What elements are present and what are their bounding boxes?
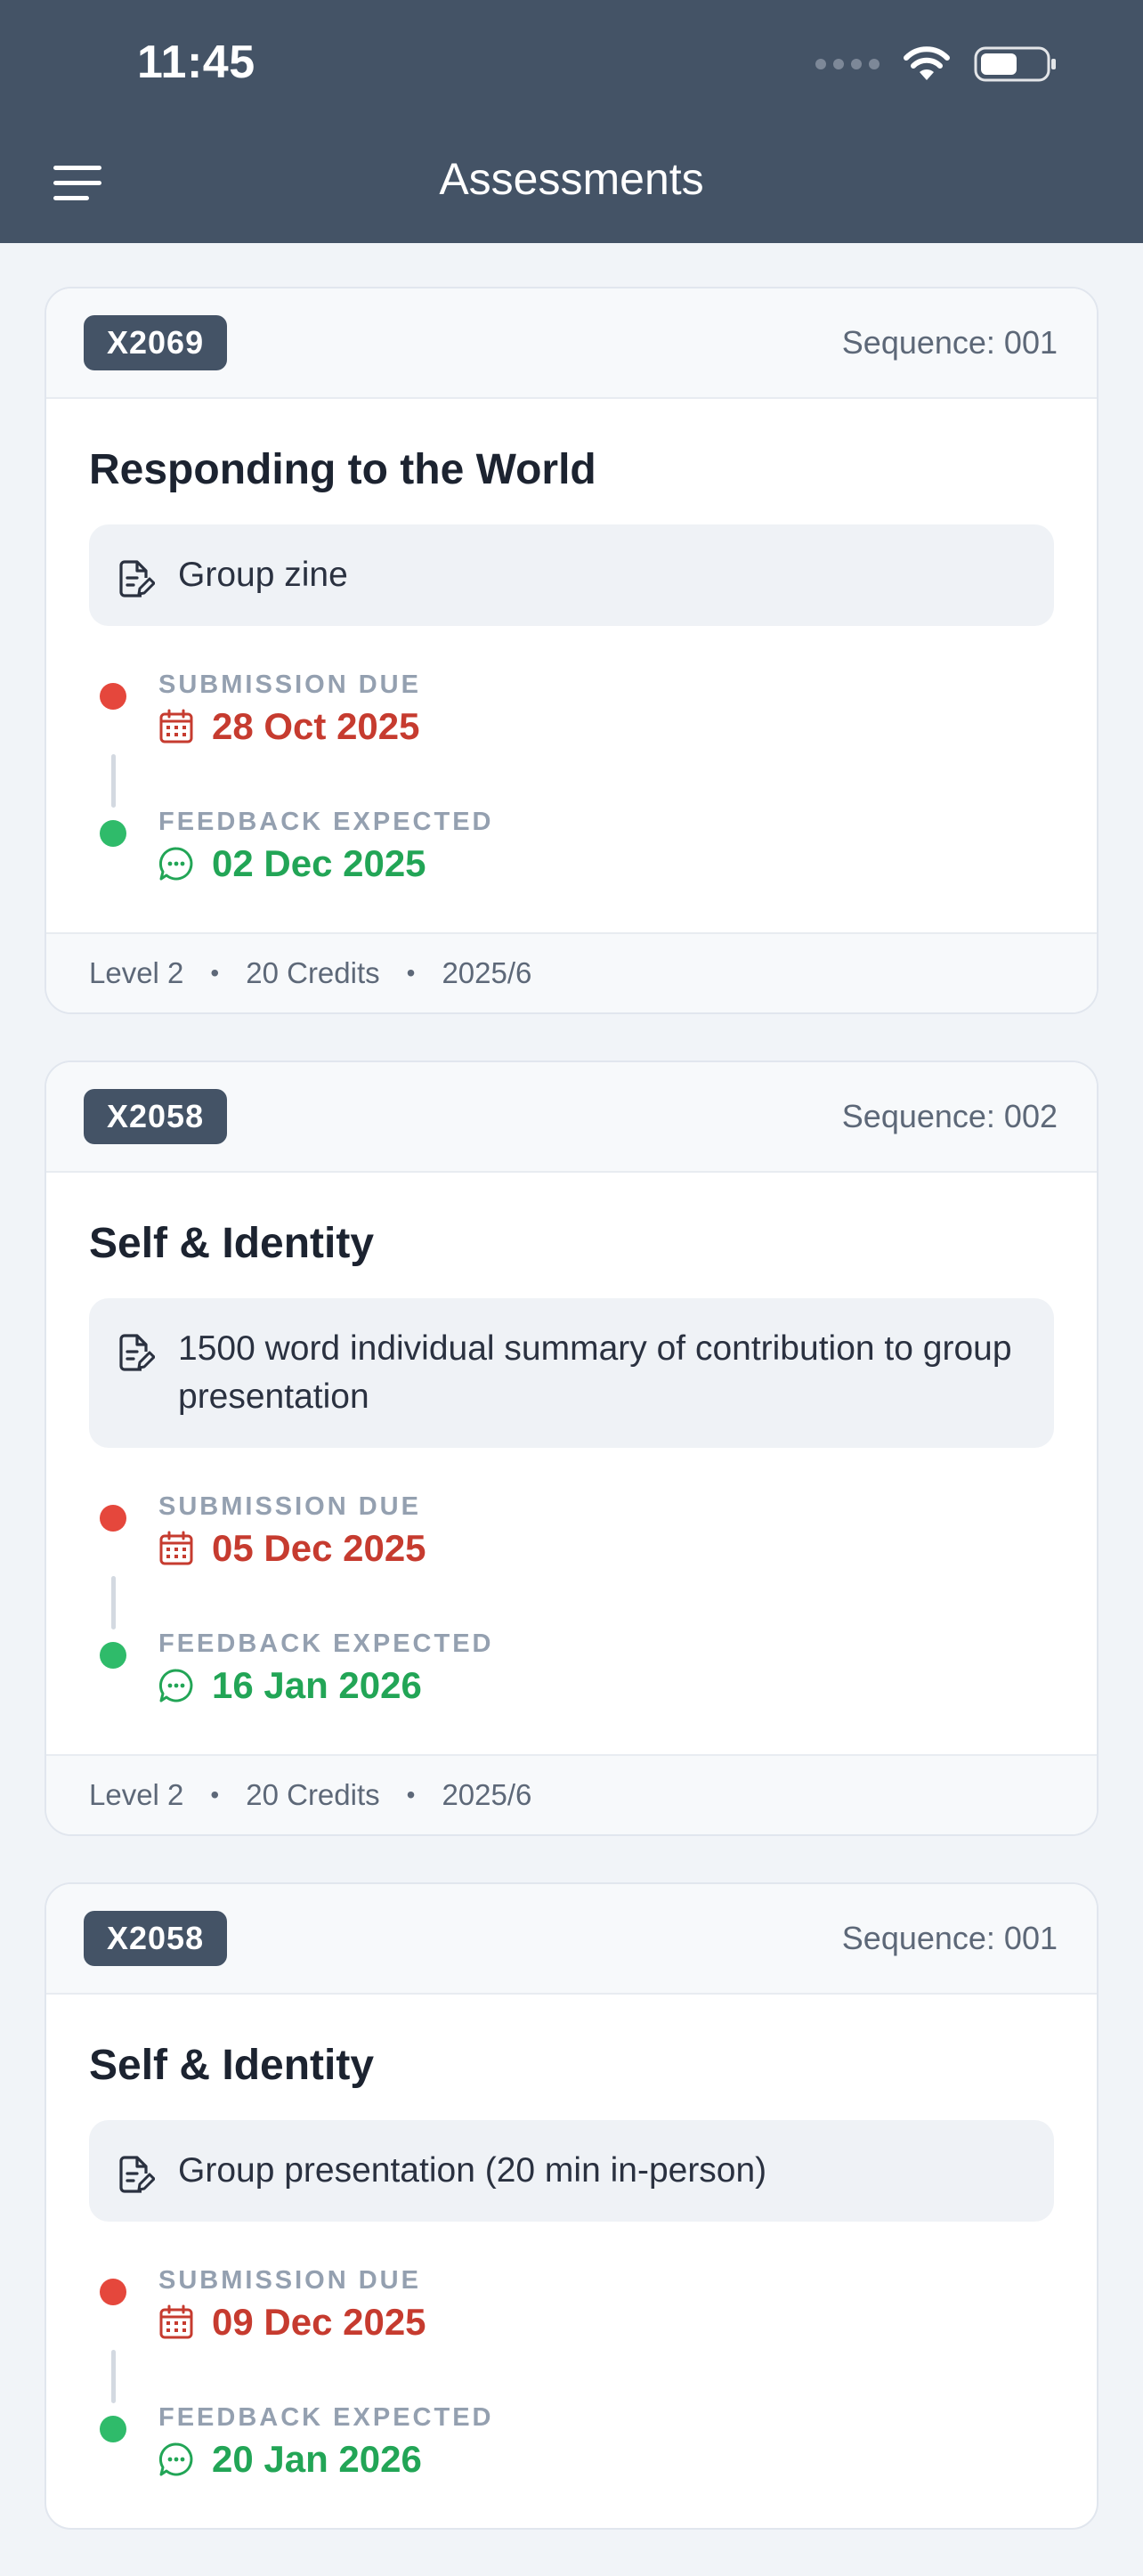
card-body: Responding to the World Group zine SUBMI… — [46, 399, 1097, 932]
card-body: Self & Identity Group presentation (20 m… — [46, 1995, 1097, 2528]
assessment-title: Self & Identity — [89, 1220, 375, 1267]
app-header: 11:45 Assessments — [0, 0, 1143, 243]
feedback-expected: FEEDBACK EXPECTED 16 Jan 2026 — [89, 1629, 1054, 1719]
date-timeline: SUBMISSION DUE 28 Oct 2025 FEEDBACK EXPE… — [89, 670, 1054, 897]
assessment-description: 1500 word individual summary of contribu… — [89, 1298, 1054, 1448]
submission-date: 28 Oct 2025 — [212, 705, 420, 747]
card-footer: Level 2 • 20 Credits • 2025/6 — [46, 1754, 1097, 1834]
submission-dot — [100, 683, 126, 710]
module-code-badge: X2058 — [84, 1089, 228, 1144]
wifi-icon — [904, 46, 950, 80]
timeline-connector — [111, 754, 116, 808]
feedback-expected: FEEDBACK EXPECTED 02 Dec 2025 — [89, 808, 1054, 897]
status-bar-time: 11:45 — [137, 37, 255, 88]
submission-date: 09 Dec 2025 — [212, 2301, 426, 2343]
calendar-icon — [159, 709, 193, 744]
submission-due: SUBMISSION DUE 28 Oct 2025 — [89, 670, 1054, 808]
timeline-connector — [111, 2350, 116, 2403]
description-text: Group presentation (20 min in-person) — [178, 2151, 767, 2190]
cellular-signal-icon — [815, 59, 880, 69]
feedback-dot — [100, 820, 126, 847]
page-title: Assessments — [439, 154, 704, 204]
assessment-card[interactable]: X2058 Sequence: 001 Self & Identity Grou… — [45, 1882, 1098, 2530]
calendar-icon — [159, 1531, 193, 1565]
assessment-card[interactable]: X2058 Sequence: 002 Self & Identity 1500… — [45, 1060, 1098, 1836]
assessment-list: X2069 Sequence: 001 Responding to the Wo… — [45, 287, 1098, 2576]
credits-label: 20 Credits — [246, 1778, 380, 1811]
chat-bubble-icon — [158, 847, 193, 881]
card-footer: Level 2 • 20 Credits • 2025/6 — [46, 932, 1097, 1012]
submission-due: SUBMISSION DUE 05 Dec 2025 — [89, 1492, 1054, 1629]
feedback-date: 02 Dec 2025 — [212, 842, 426, 884]
assessment-description: Group presentation (20 min in-person) — [89, 2120, 1054, 2222]
feedback-label: FEEDBACK EXPECTED — [158, 1629, 494, 1658]
submission-label: SUBMISSION DUE — [158, 670, 421, 699]
document-edit-icon — [119, 560, 155, 597]
sequence-label: Sequence: 002 — [841, 1098, 1058, 1134]
module-code-badge: X2069 — [84, 315, 228, 370]
feedback-expected: FEEDBACK EXPECTED 20 Jan 2026 — [89, 2403, 1054, 2492]
submission-dot — [100, 2279, 126, 2305]
feedback-date: 16 Jan 2026 — [212, 1664, 422, 1706]
submission-dot — [100, 1505, 126, 1532]
document-edit-icon — [119, 1334, 155, 1371]
academic-year-label: 2025/6 — [442, 956, 532, 989]
assessment-description: Group zine — [89, 524, 1054, 626]
module-code-badge: X2058 — [84, 1911, 228, 1966]
feedback-dot — [100, 2416, 126, 2442]
academic-year-label: 2025/6 — [442, 1778, 532, 1811]
sequence-label: Sequence: 001 — [841, 1920, 1058, 1956]
assessment-card[interactable]: X2069 Sequence: 001 Responding to the Wo… — [45, 287, 1098, 1014]
calendar-icon — [159, 2304, 193, 2339]
timeline-connector — [111, 1576, 116, 1629]
credits-label: 20 Credits — [246, 956, 380, 989]
submission-label: SUBMISSION DUE — [158, 1492, 421, 1521]
sequence-label: Sequence: 001 — [841, 324, 1058, 361]
document-edit-icon — [119, 2156, 155, 2193]
description-text: 1500 word individual summary of contribu… — [178, 1329, 1012, 1416]
level-label: Level 2 — [89, 1778, 184, 1811]
card-body: Self & Identity 1500 word individual sum… — [46, 1173, 1097, 1754]
chat-bubble-icon — [158, 1669, 193, 1702]
feedback-label: FEEDBACK EXPECTED — [158, 2403, 494, 2432]
feedback-label: FEEDBACK EXPECTED — [158, 808, 494, 836]
description-text: Group zine — [178, 556, 348, 594]
submission-label: SUBMISSION DUE — [158, 2266, 421, 2295]
submission-due: SUBMISSION DUE 09 Dec 2025 — [89, 2266, 1054, 2403]
status-bar-icons — [815, 45, 1058, 84]
battery-icon — [974, 46, 1056, 82]
chat-bubble-icon — [158, 2442, 193, 2476]
feedback-dot — [100, 1642, 126, 1669]
card-header: X2069 Sequence: 001 — [46, 288, 1097, 399]
level-label: Level 2 — [89, 956, 184, 989]
card-header: X2058 Sequence: 001 — [46, 1884, 1097, 1995]
card-header: X2058 Sequence: 002 — [46, 1062, 1097, 1173]
assessment-title: Responding to the World — [89, 446, 596, 493]
date-timeline: SUBMISSION DUE 05 Dec 2025 FEEDBACK EXPE… — [89, 1492, 1054, 1719]
assessment-title: Self & Identity — [89, 2042, 375, 2089]
feedback-date: 20 Jan 2026 — [212, 2438, 422, 2480]
submission-date: 05 Dec 2025 — [212, 1527, 426, 1569]
date-timeline: SUBMISSION DUE 09 Dec 2025 FEEDBACK EXPE… — [89, 2266, 1054, 2492]
